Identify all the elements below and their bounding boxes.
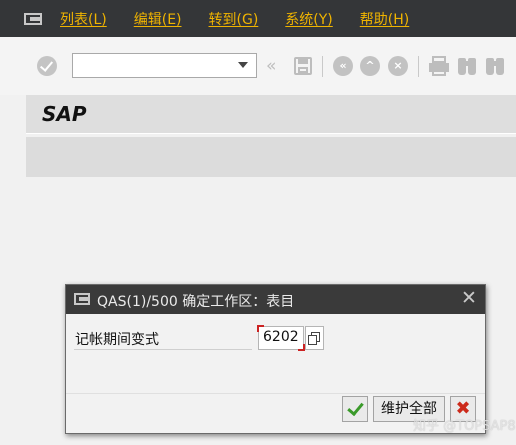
menu-item-list[interactable]: 列表(L) [60,9,107,29]
fiscal-year-variant-value: 6202 [263,329,299,345]
find-next-icon[interactable] [484,55,506,77]
save-icon[interactable] [292,55,314,77]
command-field[interactable] [72,53,257,78]
fiscal-year-variant-label: 记帐期间变式 [75,332,159,348]
toolbar-divider [418,56,419,77]
menu-bar: 列表(L) 编辑(E) 转到(G) 系统(Y) 帮助(H) [0,0,516,37]
field-row: 记帐期间变式 6202 [74,323,472,351]
watermark: 知乎 @TOPSAP88 [413,419,516,434]
collapse-icon[interactable]: « [266,55,288,77]
enter-icon[interactable] [37,56,57,76]
title-bar: SAP [26,95,516,134]
page-title: SAP [42,102,87,126]
history-dropdown-icon[interactable] [238,62,248,68]
work-area-dialog: QAS(1)/500 确定工作区：表目 ✕ 记帐期间变式 6202 维护全部 ✖ [65,284,486,434]
application-toolbar [26,137,516,177]
back-icon[interactable]: « [333,56,353,76]
menu-item-help[interactable]: 帮助(H) [360,9,409,29]
find-icon[interactable] [456,55,478,77]
toolbar-divider [322,56,323,77]
cancel-icon[interactable]: × [388,56,408,76]
fiscal-year-variant-input[interactable]: 6202 [257,325,305,351]
field-underline [74,349,252,350]
dialog-system-icon[interactable] [74,292,92,307]
dialog-title-bar: QAS(1)/500 确定工作区：表目 ✕ [66,285,485,314]
menu-item-system[interactable]: 系统(Y) [285,9,332,29]
print-icon[interactable] [428,55,450,77]
value-help-button[interactable] [305,326,324,350]
dialog-divider [66,393,485,394]
close-icon[interactable]: ✕ [460,289,478,308]
dialog-title: QAS(1)/500 确定工作区：表目 [97,294,295,310]
menu-item-goto[interactable]: 转到(G) [209,9,259,29]
exit-icon[interactable]: ^ [360,56,380,76]
menu-item-edit[interactable]: 编辑(E) [134,9,182,29]
confirm-button[interactable] [342,396,368,422]
system-menu-icon[interactable] [24,11,46,27]
